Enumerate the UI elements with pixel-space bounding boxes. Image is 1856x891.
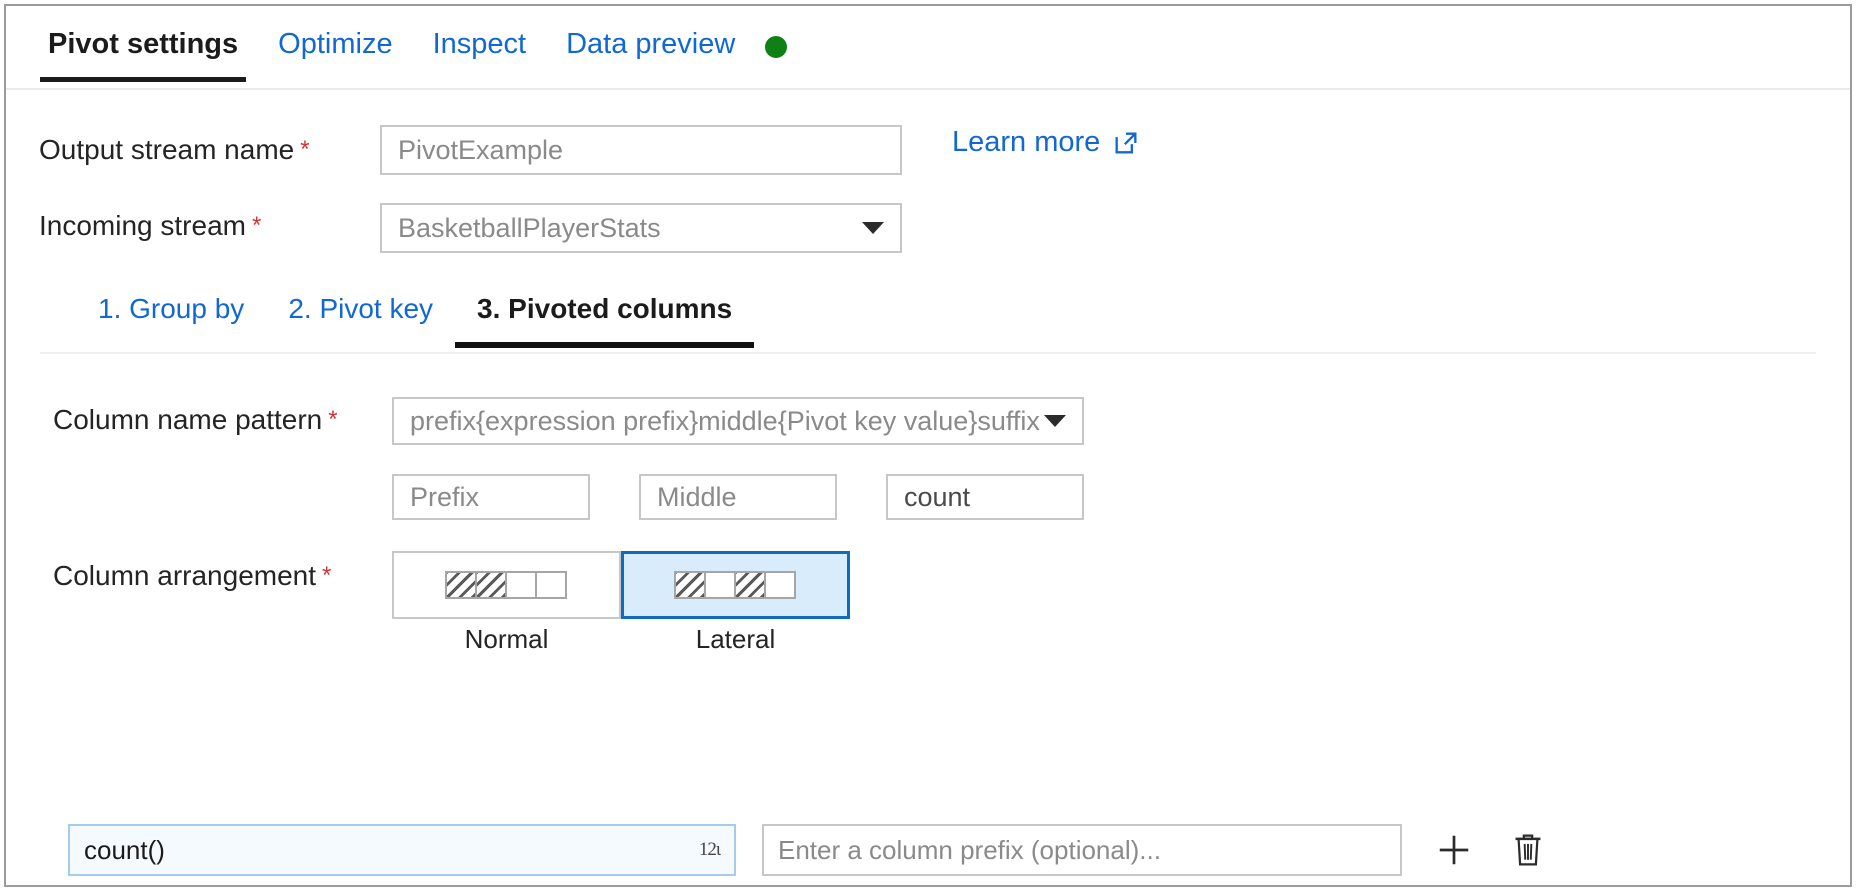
tab-label: Optimize [278,28,392,60]
column-arrangement-option-labels: Normal Lateral [392,624,850,655]
input-value: PivotExample [398,135,563,166]
external-link-icon [1112,129,1140,157]
add-column-button[interactable] [1432,828,1476,872]
pattern-middle-input[interactable]: Middle [639,474,837,520]
lateral-arrangement-icon [676,571,796,599]
label-text: Column arrangement [53,560,316,591]
pivot-settings-panel: Pivot settings Optimize Inspect Data pre… [4,4,1852,887]
status-dot-green-icon [765,36,787,58]
trash-icon [1511,832,1545,868]
cell-empty [704,571,736,599]
chevron-down-icon [862,222,884,234]
chevron-down-icon [1044,415,1066,427]
column-arrangement-options [392,551,850,619]
incoming-stream-dropdown[interactable]: BasketballPlayerStats [380,203,902,253]
pattern-suffix-input[interactable]: count [886,474,1084,520]
tab-label: Data preview [566,28,735,60]
column-prefix-input[interactable]: Enter a column prefix (optional)... [762,824,1402,876]
output-stream-name-input[interactable]: PivotExample [380,125,902,175]
main-tab-bar: Pivot settings Optimize Inspect Data pre… [6,6,1850,90]
column-name-pattern-dropdown[interactable]: prefix{expression prefix}middle{Pivot ke… [392,397,1084,445]
expression-input[interactable]: count() 12ι [68,824,736,876]
cell-empty [505,571,537,599]
cell-empty [764,571,796,599]
cell-hatched [445,571,477,599]
arrangement-option-lateral[interactable] [621,551,850,619]
dropdown-value: BasketballPlayerStats [398,213,661,244]
input-placeholder: Enter a column prefix (optional)... [778,835,1161,866]
tab-label: Inspect [433,28,527,60]
arrangement-option-normal[interactable] [392,551,621,619]
pivot-step-tab-bar: 1. Group by 2. Pivot key 3. Pivoted colu… [40,292,1816,354]
tab-data-preview[interactable]: Data preview [546,26,755,82]
label-text: Column name pattern [53,404,322,435]
subtab-label: 2. Pivot key [288,293,433,324]
input-placeholder: Middle [657,482,737,513]
cell-hatched [475,571,507,599]
subtab-group-by[interactable]: 1. Group by [76,292,266,348]
pivoted-column-row: count() 12ι Enter a column prefix (optio… [68,824,1550,876]
required-marker: * [252,212,261,239]
subtab-label: 3. Pivoted columns [477,293,732,324]
expression-type-icon: 12ι [699,839,720,861]
tab-optimize[interactable]: Optimize [258,26,412,82]
plus-icon [1435,831,1473,869]
expression-value: count() [84,835,165,866]
normal-arrangement-icon [447,571,567,599]
required-marker: * [300,136,309,163]
tab-inspect[interactable]: Inspect [413,26,547,82]
dropdown-value: prefix{expression prefix}middle{Pivot ke… [410,406,1040,437]
bottom-divider [6,886,1850,887]
required-marker: * [328,406,337,433]
column-arrangement-label: Column arrangement* [53,560,331,592]
arrangement-label-lateral: Lateral [621,624,850,655]
learn-more-label: Learn more [952,126,1100,159]
input-placeholder: Prefix [410,482,479,513]
pattern-prefix-input[interactable]: Prefix [392,474,590,520]
column-name-pattern-label: Column name pattern* [53,404,338,436]
tab-pivot-settings[interactable]: Pivot settings [28,26,258,82]
tab-label: Pivot settings [48,28,238,60]
input-value: count [904,482,970,513]
incoming-stream-label: Incoming stream* [39,210,261,242]
cell-empty [535,571,567,599]
required-marker: * [322,562,331,589]
arrangement-label-normal: Normal [392,624,621,655]
label-text: Incoming stream [39,210,246,241]
learn-more-link[interactable]: Learn more [952,126,1140,159]
delete-column-button[interactable] [1506,828,1550,872]
cell-hatched [734,571,766,599]
label-text: Output stream name [39,134,294,165]
subtab-label: 1. Group by [98,293,244,324]
output-stream-name-label: Output stream name* [39,134,310,166]
subtab-pivot-key[interactable]: 2. Pivot key [266,292,455,348]
subtab-pivoted-columns[interactable]: 3. Pivoted columns [455,292,754,348]
cell-hatched [674,571,706,599]
